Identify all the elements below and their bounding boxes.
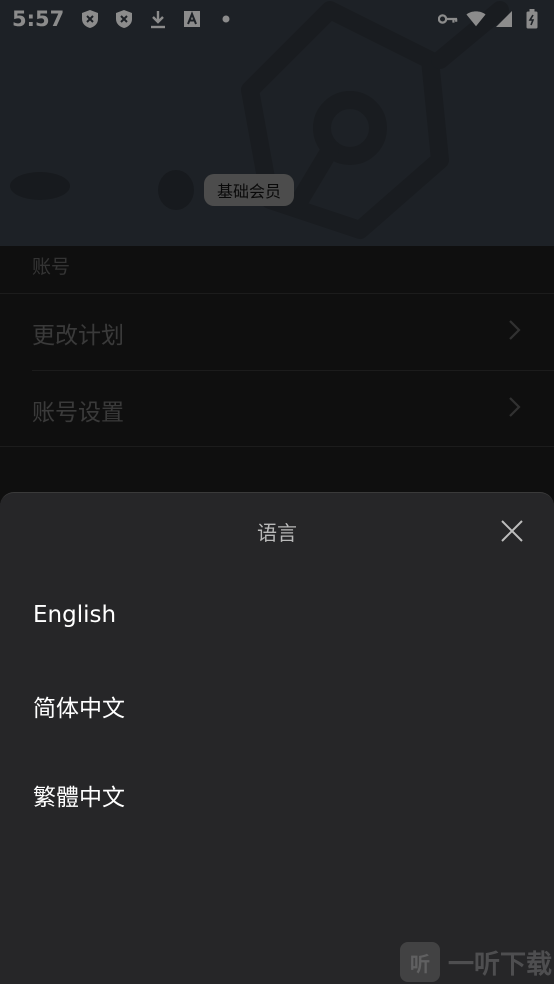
watermark-logo: 听 xyxy=(399,942,440,982)
close-button[interactable] xyxy=(496,515,528,547)
close-icon xyxy=(501,520,523,542)
language-bottom-sheet: 语言 English 简体中文 繁體中文 xyxy=(0,492,554,984)
language-option-simplified-chinese[interactable]: 简体中文 xyxy=(0,676,554,736)
sheet-title: 语言 xyxy=(257,521,297,545)
watermark-text: 一听下载 xyxy=(447,949,552,980)
language-option-traditional-chinese[interactable]: 繁體中文 xyxy=(0,765,554,825)
language-option-english[interactable]: English xyxy=(0,585,554,645)
watermark: 听 一听下载 xyxy=(399,942,552,982)
